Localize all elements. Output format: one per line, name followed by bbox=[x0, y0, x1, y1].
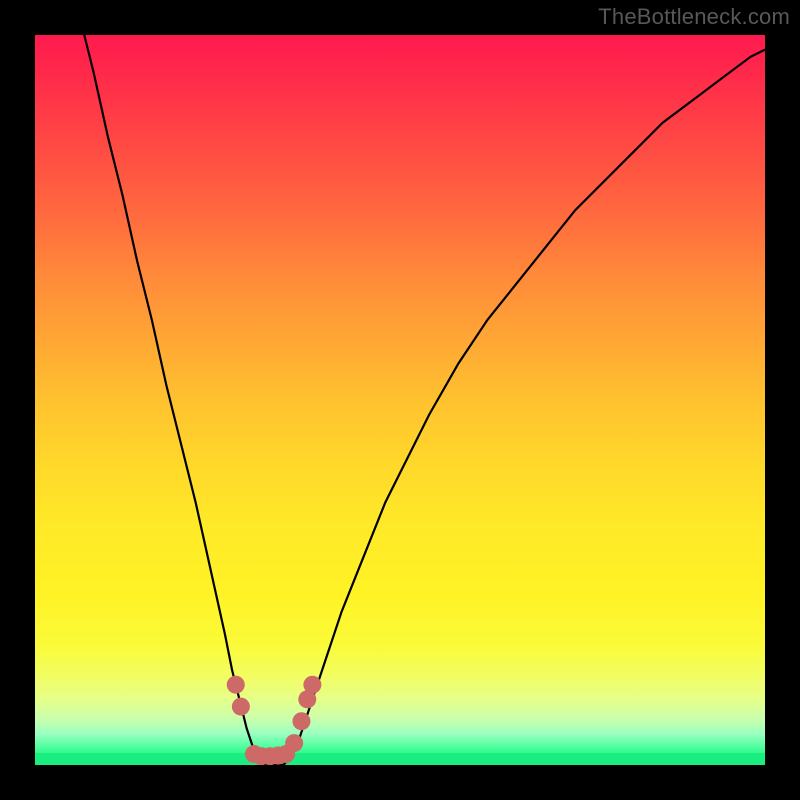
curve-marker bbox=[303, 676, 321, 694]
curve-marker bbox=[285, 734, 303, 752]
plot-area bbox=[35, 35, 765, 765]
curve-markers bbox=[227, 676, 322, 765]
watermark-text: TheBottleneck.com bbox=[598, 4, 790, 30]
chart-svg bbox=[35, 35, 765, 765]
chart-frame: TheBottleneck.com bbox=[0, 0, 800, 800]
curve-marker bbox=[232, 698, 250, 716]
bottleneck-curve bbox=[35, 35, 765, 765]
curve-marker bbox=[292, 712, 310, 730]
curve-marker bbox=[227, 676, 245, 694]
